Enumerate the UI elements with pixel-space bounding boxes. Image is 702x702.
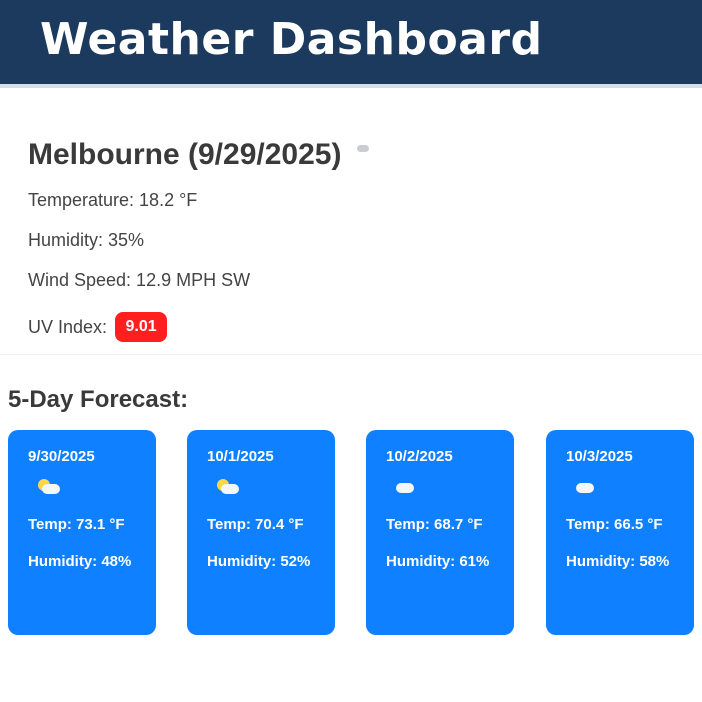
forecast-temp: Temp: 73.1 °F [28, 516, 125, 533]
forecast-humidity: Humidity: 52% [207, 553, 311, 570]
partly-cloudy-icon [217, 479, 239, 497]
forecast-humidity: Humidity: 61% [386, 553, 490, 570]
partly-cloudy-icon [38, 479, 60, 497]
forecast-humidity: Humidity: 58% [566, 553, 670, 570]
uv-index-label: UV Index: [28, 316, 108, 337]
humidity-text: Humidity: 35% [28, 230, 145, 250]
cloudy-icon [396, 479, 418, 497]
cloud-icon [355, 143, 371, 155]
city-heading: Melbourne (9/29/2025) [28, 138, 371, 172]
forecast-date: 10/2/2025 [386, 448, 453, 465]
forecast-card: 9/30/2025 Temp: 73.1 °F Humidity: 48% [8, 430, 156, 635]
page-title: Weather Dashboard [40, 14, 543, 65]
forecast-card: 10/3/2025 Temp: 66.5 °F Humidity: 58% [546, 430, 694, 635]
wind-speed-text: Wind Speed: 12.9 MPH SW [28, 270, 251, 290]
city-title: Melbourne (9/29/2025) [28, 138, 342, 171]
uv-index-badge: 9.01 [115, 312, 168, 342]
uv-index-row: UV Index: 9.01 [28, 312, 168, 342]
app-header: Weather Dashboard [0, 0, 702, 88]
forecast-cards: 9/30/2025 Temp: 73.1 °F Humidity: 48% 10… [8, 430, 702, 635]
forecast-temp: Temp: 68.7 °F [386, 516, 483, 533]
forecast-date: 10/1/2025 [207, 448, 274, 465]
forecast-date: 9/30/2025 [28, 448, 95, 465]
forecast-humidity: Humidity: 48% [28, 553, 132, 570]
forecast-card: 10/2/2025 Temp: 68.7 °F Humidity: 61% [366, 430, 514, 635]
forecast-title: 5-Day Forecast: [8, 386, 189, 413]
forecast-card: 10/1/2025 Temp: 70.4 °F Humidity: 52% [187, 430, 335, 635]
cloudy-icon [576, 479, 598, 497]
current-weather-panel: Melbourne (9/29/2025) Temperature: 18.2 … [0, 100, 702, 355]
forecast-date: 10/3/2025 [566, 448, 633, 465]
forecast-temp: Temp: 66.5 °F [566, 516, 663, 533]
temperature-text: Temperature: 18.2 °F [28, 190, 198, 210]
forecast-temp: Temp: 70.4 °F [207, 516, 304, 533]
